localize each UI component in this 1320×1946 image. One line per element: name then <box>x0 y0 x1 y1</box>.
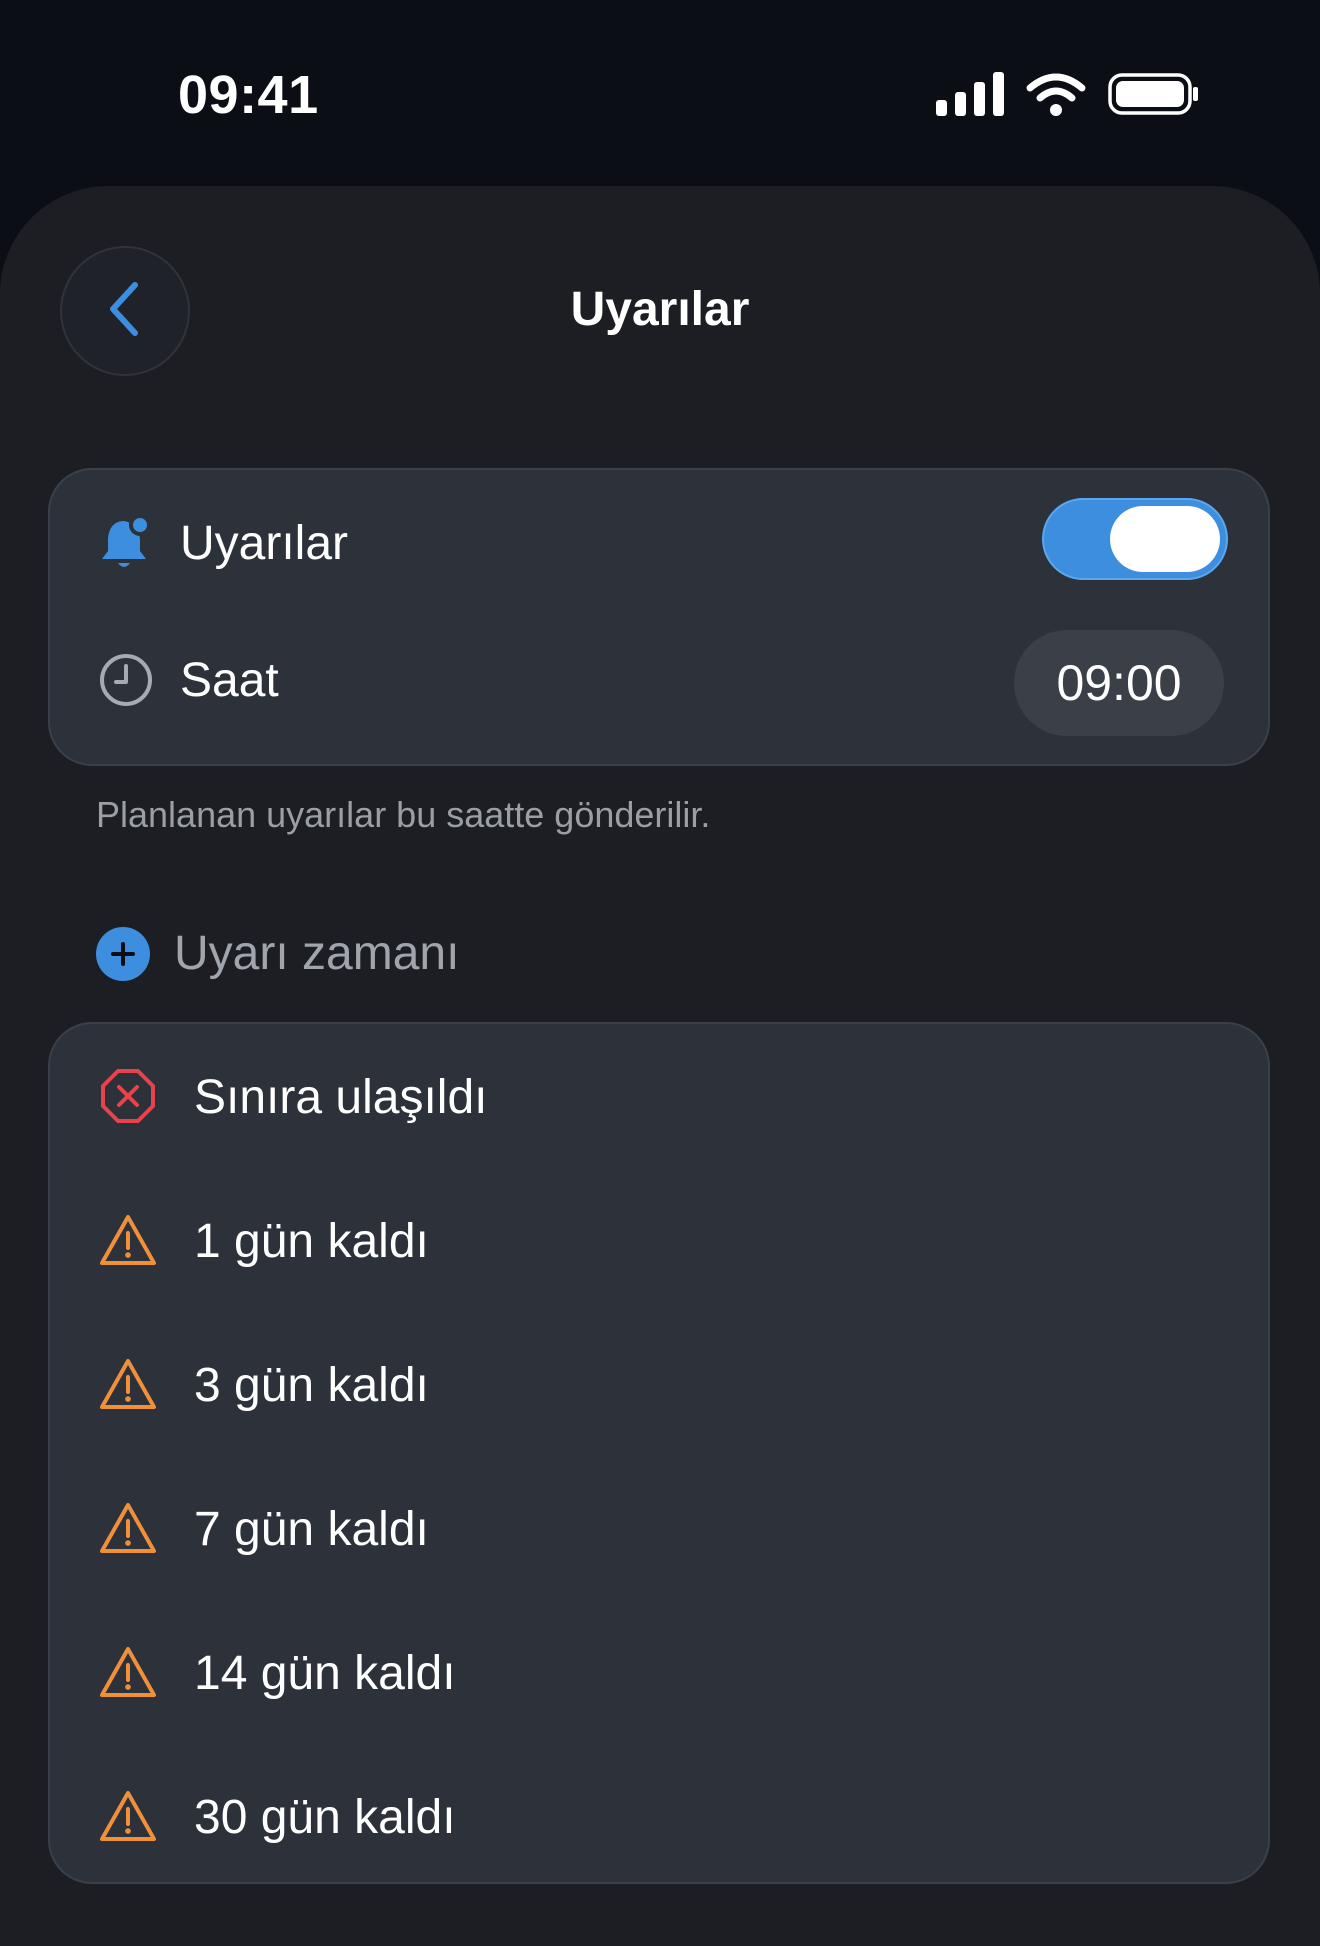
list-item[interactable]: 30 gün kaldı <box>50 1756 1268 1876</box>
list-item[interactable]: 3 gün kaldı <box>50 1324 1268 1444</box>
bell-badge-icon <box>98 515 154 571</box>
add-alert-time-button[interactable]: Uyarı zamanı <box>96 926 459 981</box>
list-item-label: 7 gün kaldı <box>194 1503 429 1556</box>
warning-triangle-icon <box>98 1786 158 1846</box>
wifi-icon <box>1026 72 1086 116</box>
warning-triangle-icon <box>98 1354 158 1414</box>
warning-triangle-icon <box>98 1642 158 1702</box>
warning-triangle-icon <box>98 1498 158 1558</box>
signal-icon <box>936 72 1004 116</box>
list-item-label: Sınıra ulaşıldı <box>194 1071 488 1124</box>
alerts-label: Uyarılar <box>180 516 349 570</box>
clock-icon <box>98 652 154 708</box>
time-label: Saat <box>180 653 279 707</box>
x-octagon-icon <box>98 1066 158 1126</box>
alerts-toggle-row: Uyarılar <box>50 498 1268 588</box>
list-item-label: 30 gün kaldı <box>194 1791 456 1844</box>
list-item[interactable]: 14 gün kaldı <box>50 1612 1268 1732</box>
add-alert-label: Uyarı zamanı <box>174 927 460 980</box>
settings-card: Uyarılar Saat 09:00 <box>48 468 1270 766</box>
status-bar: 09:41 <box>0 0 1320 190</box>
status-time: 09:41 <box>178 65 319 125</box>
alert-times-list: Sınıra ulaşıldı 1 gün kaldı 3 gün kaldı … <box>48 1022 1270 1884</box>
list-item[interactable]: 7 gün kaldı <box>50 1468 1268 1588</box>
list-item-label: 1 gün kaldı <box>194 1215 429 1268</box>
alerts-toggle[interactable] <box>1042 498 1228 580</box>
toggle-knob <box>1110 506 1220 572</box>
time-row: Saat 09:00 <box>50 630 1268 736</box>
list-item[interactable]: Sınıra ulaşıldı <box>50 1036 1268 1156</box>
battery-icon <box>1108 72 1200 116</box>
list-item-label: 3 gün kaldı <box>194 1359 429 1412</box>
page-title: Uyarılar <box>570 283 750 336</box>
alerts-sheet: Uyarılar Uyarılar Saat 09:00 Planlanan u… <box>0 186 1320 1946</box>
list-item-label: 14 gün kaldı <box>194 1647 456 1700</box>
plus-circle-icon <box>96 926 150 981</box>
warning-triangle-icon <box>98 1210 158 1270</box>
helper-text: Planlanan uyarılar bu saatte gönderilir. <box>96 794 711 835</box>
list-item[interactable]: 1 gün kaldı <box>50 1180 1268 1300</box>
status-icons <box>936 72 1200 116</box>
time-picker[interactable]: 09:00 <box>1014 630 1224 736</box>
